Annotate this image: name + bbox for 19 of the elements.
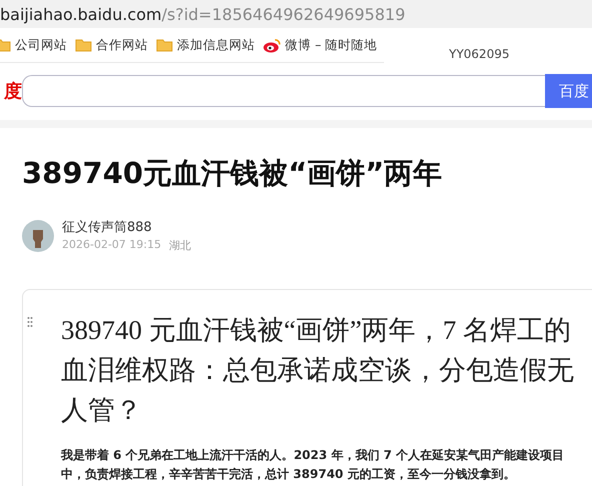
article-title: 389740元血汗钱被“画饼”两年: [22, 155, 444, 192]
search-button[interactable]: 百度: [545, 74, 592, 108]
overlay-label: YY062095: [449, 47, 510, 61]
logo-fragment: 度: [2, 80, 22, 103]
avatar-icon: [22, 220, 54, 252]
bookmark[interactable]: 公司网站: [0, 36, 67, 54]
folder-icon: [156, 38, 173, 52]
bookmark[interactable]: 微博 – 随时随地: [263, 36, 378, 54]
author-name[interactable]: 征义传声筒888: [62, 218, 192, 236]
publish-date: 2026-02-07 19:15: [62, 238, 162, 253]
drag-handle-icon[interactable]: [27, 316, 33, 328]
bookmark[interactable]: 合作网站: [75, 36, 148, 54]
folder-icon: [75, 38, 92, 52]
document-heading: 389740 元血汗钱被“画饼”两年，7 名焊工的血泪维权路：总包承诺成空谈，分包造假无人管？: [61, 314, 575, 427]
search-field[interactable]: [22, 75, 545, 107]
location-label: 湖北: [169, 238, 192, 253]
bookmark[interactable]: 添加信息网站: [156, 36, 255, 54]
document-paragraph: 我是带着 6 个兄弟在工地上流汗干活的人。2023 年，我们 7 个人在延安某气田产能建设项目中，负责焊接工程，辛辛苦苦干完活，总计 389740 元的工资，至今一分钱没拿到。: [61, 447, 565, 483]
weibo-icon: [263, 38, 281, 52]
